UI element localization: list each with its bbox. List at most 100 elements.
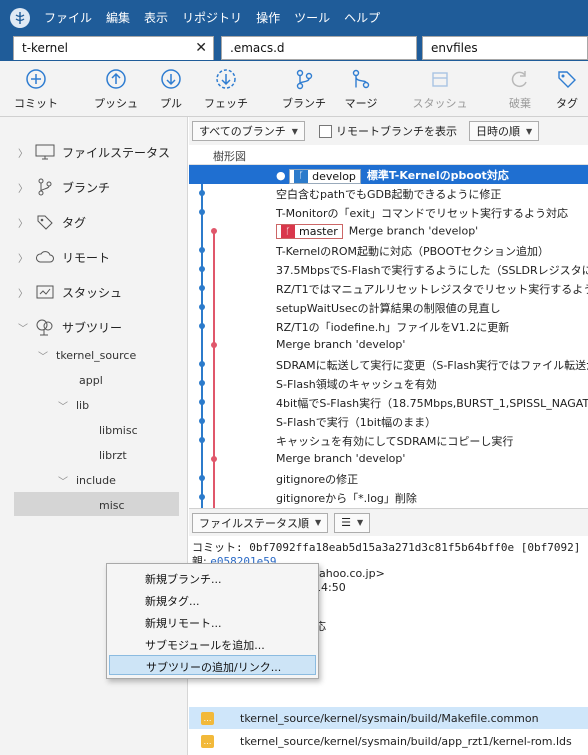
menu-repository[interactable]: リポジトリ — [182, 9, 242, 26]
menu-tools[interactable]: ツール — [294, 9, 330, 26]
subtree-node-include[interactable]: ﹀ include — [58, 469, 116, 491]
commit-button[interactable]: コミット — [8, 67, 64, 111]
chevron-right-icon[interactable]: 〉 — [18, 285, 28, 300]
close-icon[interactable]: ✕ — [195, 40, 207, 56]
details-toolbar: ファイルステータス順 ▼ ☰ ▼ — [189, 508, 588, 536]
app-logo-icon — [10, 7, 30, 28]
commit-row[interactable]: ● ᚴ develop 標準T-Kernelのpboot対応 — [189, 165, 588, 184]
commit-row[interactable]: Merge branch 'develop' — [189, 450, 588, 469]
menu-new-branch[interactable]: 新規ブランチ... — [109, 568, 316, 588]
commit-row[interactable]: T-Monitorの「exit」コマンドでリセット実行するよう対応 — [189, 203, 588, 222]
sidebar-item-stashes[interactable]: 〉 スタッシュ — [0, 280, 122, 304]
menu-view[interactable]: 表示 — [144, 9, 168, 26]
merge-button[interactable]: マージ — [333, 67, 389, 111]
menu-add-submodule[interactable]: サブモジュールを追加... — [109, 634, 316, 654]
subtree-node-misc[interactable]: misc — [99, 494, 125, 516]
commit-row[interactable]: gitignoreの修正 — [189, 469, 588, 488]
branch-icon — [276, 67, 332, 91]
commit-row[interactable]: 37.5MbpsでS-Flashで実行するようにした（SSLDRレジスタに適切な — [189, 260, 588, 279]
sidebar-item-remotes[interactable]: 〉 リモート — [0, 245, 110, 269]
file-sort-dropdown[interactable]: ファイルステータス順 ▼ — [192, 512, 329, 533]
menu-help[interactable]: ヘルプ — [344, 9, 380, 26]
tab-label: t-kernel — [22, 41, 68, 55]
tab-emacs-d[interactable]: .emacs.d — [221, 36, 417, 60]
commit-message: setupWaitUsecの計算結果の制限値の見直し — [276, 300, 501, 316]
tab-t-kernel[interactable]: t-kernel ✕ — [13, 36, 214, 60]
sidebar-item-label: ブランチ — [62, 180, 111, 195]
branch-filter-dropdown[interactable]: すべてのブランチ ▼ — [192, 121, 305, 141]
branch-label-master[interactable]: ᚴ master — [276, 224, 343, 239]
sidebar-item-file-status[interactable]: 〉 ファイルステータス — [0, 140, 170, 164]
tab-envfiles[interactable]: envfiles — [422, 36, 588, 60]
commit-row[interactable]: 空白含むpathでもGDB起動できるように修正 — [189, 184, 588, 203]
commit-row[interactable]: T-KernelのROM起動に対応（PBOOTセクション追加） — [189, 241, 588, 260]
graph-column-header: 樹形図 — [189, 145, 588, 165]
commit-row[interactable]: RZ/T1の「iodefine.h」ファイルをV1.2に更新 — [189, 317, 588, 336]
commit-row[interactable]: S-Flashで実行（1bit幅のまま） — [189, 412, 588, 431]
stash-button[interactable]: スタッシュ — [412, 67, 468, 111]
commit-row[interactable]: gitignoreから「*.log」削除 — [189, 488, 588, 507]
chevron-down-icon[interactable]: ﹀ — [18, 320, 28, 335]
chevron-down-icon[interactable]: ﹀ — [58, 473, 68, 488]
commit-row[interactable]: 4bit幅でS-Flash実行（18.75Mbps,BURST_1,SPISSL… — [189, 393, 588, 412]
sidebar-item-tags[interactable]: 〉 タグ — [0, 210, 86, 234]
show-remote-branches-checkbox[interactable] — [318, 124, 332, 138]
sort-order-dropdown[interactable]: 日時の順 ▼ — [468, 121, 540, 141]
menu-file[interactable]: ファイル — [44, 9, 92, 26]
push-button[interactable]: プッシュ — [88, 67, 144, 111]
tag-button[interactable]: タグ — [547, 67, 587, 111]
chevron-down-icon[interactable]: ﹀ — [58, 398, 68, 413]
sidebar-item-subtrees[interactable]: ﹀ サブツリー — [0, 315, 122, 339]
sidebar-item-branches[interactable]: 〉 ブランチ — [0, 175, 110, 199]
commit-message-text: S-Flashで実行（1bit幅のまま） — [276, 416, 437, 429]
file-row[interactable]: … tkernel_source/kernel/sysmain/build/ap… — [189, 730, 588, 752]
branch-button[interactable]: ブランチ — [276, 67, 332, 111]
chevron-right-icon[interactable]: 〉 — [18, 250, 28, 265]
commit-message: T-KernelのROM起動に対応（PBOOTセクション追加） — [276, 243, 549, 259]
branch-icon: ᚴ — [294, 169, 309, 183]
menu-actions[interactable]: 操作 — [256, 9, 280, 26]
commit-message-text: Merge branch 'develop' — [276, 452, 406, 465]
chevron-down-icon: ▼ — [525, 126, 533, 136]
commit-row[interactable]: S-Flash領域のキャッシュを有効 — [189, 374, 588, 393]
subtree-node-libmisc[interactable]: libmisc — [99, 419, 138, 441]
commit-row[interactable]: SDRAMに転送して実行に変更（S-Flash実行ではファイル転送が — [189, 355, 588, 374]
commit-row[interactable]: RZ/T1ではマニュアルリセットレジスタでリセット実行するようにした — [189, 279, 588, 298]
commit-row[interactable]: キャッシュを有効にしてSDRAMにコピーし実行 — [189, 431, 588, 450]
menu-new-remote[interactable]: 新規リモート... — [109, 612, 316, 632]
subtree-icon — [34, 318, 56, 336]
chevron-right-icon[interactable]: 〉 — [18, 145, 28, 160]
commit-row[interactable]: ᚴ master Merge branch 'develop' — [189, 222, 588, 241]
subtree-node-appl[interactable]: appl — [79, 369, 103, 391]
file-sort-value: ファイルステータス順 — [199, 516, 309, 530]
pull-button[interactable]: プル — [143, 67, 199, 111]
commit-label: コミット — [14, 97, 58, 110]
chevron-right-icon[interactable]: 〉 — [18, 215, 28, 230]
commit-message: ● ᚴ develop 標準T-Kernelのpboot対応 — [276, 167, 509, 184]
subtree-node-label: tkernel_source — [56, 348, 137, 362]
branch-label-develop[interactable]: ᚴ develop — [289, 168, 361, 184]
subtree-selected-highlight — [14, 492, 179, 516]
modified-file-icon: … — [201, 734, 214, 748]
subtree-node-librzt[interactable]: librzt — [99, 444, 127, 466]
commit-row[interactable]: Merge branch 'develop' — [189, 336, 588, 355]
menu-edit[interactable]: 編集 — [106, 9, 130, 26]
commit-message-text: gitignoreの修正 — [276, 473, 359, 486]
commit-message: S-Flash領域のキャッシュを有効 — [276, 376, 437, 392]
menu-new-tag[interactable]: 新規タグ... — [109, 590, 316, 610]
commit-message: 4bit幅でS-Flash実行（18.75Mbps,BURST_1,SPISSL… — [276, 395, 588, 411]
toolbar: コミット プッシュ プル フェッチ ブランチ マージ スタッシュ 破棄 タグ — [0, 61, 588, 117]
fetch-button[interactable]: フェッチ — [198, 67, 254, 111]
file-row[interactable]: … tkernel_source/kernel/sysmain/build/Ma… — [189, 707, 588, 729]
chevron-down-icon[interactable]: ﹀ — [38, 348, 48, 363]
menu-add-link-subtree[interactable]: サブツリーの追加/リンク... — [109, 655, 316, 675]
tab-label: .emacs.d — [230, 41, 285, 55]
subtree-node-root[interactable]: ﹀ tkernel_source — [38, 344, 136, 366]
chevron-right-icon[interactable]: 〉 — [18, 180, 28, 195]
sidebar-item-label: タグ — [62, 215, 87, 230]
commit-message: SDRAMに転送して実行に変更（S-Flash実行ではファイル転送が — [276, 357, 588, 373]
view-mode-dropdown[interactable]: ☰ ▼ — [334, 512, 371, 533]
discard-button[interactable]: 破棄 — [492, 67, 548, 111]
subtree-node-lib[interactable]: ﹀ lib — [58, 394, 89, 416]
commit-row[interactable]: setupWaitUsecの計算結果の制限値の見直し — [189, 298, 588, 317]
